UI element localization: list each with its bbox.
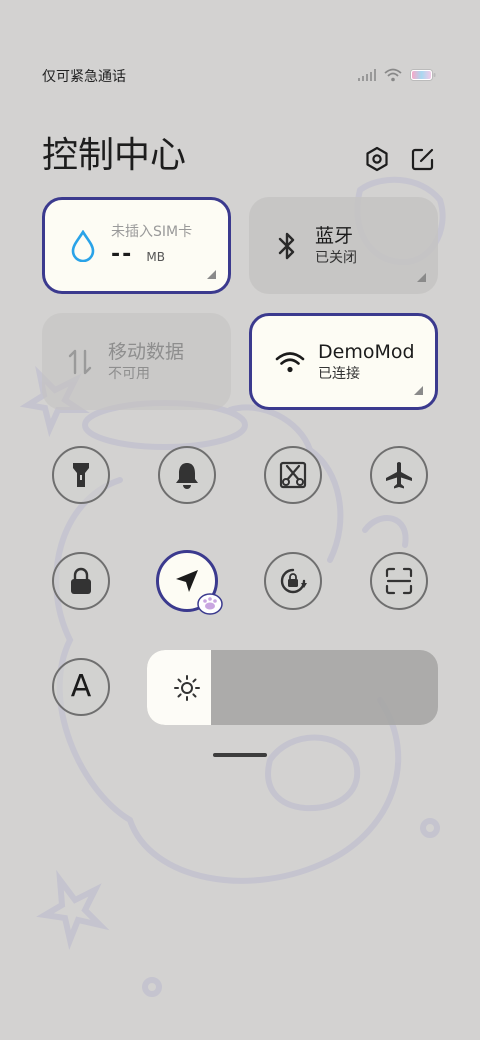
- expand-corner-icon: [207, 270, 216, 279]
- scissors-icon: [279, 461, 307, 489]
- wifi-icon: [274, 346, 306, 378]
- home-indicator[interactable]: [213, 753, 267, 757]
- bell-icon: [176, 463, 198, 489]
- lock-icon: [71, 567, 91, 594]
- edit-button[interactable]: [408, 144, 438, 174]
- bluetooth-icon: [271, 230, 303, 262]
- wifi-icon: [384, 68, 402, 82]
- wifi-tile[interactable]: DemoMod 已连接: [249, 313, 438, 410]
- scan-toggle[interactable]: [370, 552, 428, 610]
- expand-corner-icon: [417, 273, 426, 282]
- rotation-lock-icon: [280, 568, 307, 594]
- location-toggle[interactable]: [156, 550, 223, 615]
- wifi-network-name: DemoMod: [318, 340, 415, 363]
- settings-button[interactable]: [362, 144, 392, 174]
- expand-corner-icon: [414, 386, 423, 395]
- font-size-toggle[interactable]: A: [52, 658, 110, 716]
- mobile-data-title: 移动数据: [108, 340, 185, 363]
- flashlight-icon: [73, 463, 89, 487]
- sim-status-label: 未插入SIM卡: [111, 223, 193, 240]
- airplane-mode-toggle[interactable]: [370, 446, 428, 504]
- brightness-slider[interactable]: [147, 650, 438, 725]
- water-drop-icon: [67, 229, 99, 262]
- rotation-lock-toggle[interactable]: [264, 552, 322, 610]
- bluetooth-status: 已关闭: [315, 249, 357, 266]
- bluetooth-title: 蓝牙: [315, 224, 354, 247]
- data-usage-value: --: [111, 241, 134, 267]
- status-bar: 仅可紧急通话: [0, 62, 480, 90]
- mobile-data-arrows-icon: [64, 346, 96, 378]
- airplane-icon: [386, 462, 412, 489]
- paw-badge-icon: [197, 593, 223, 615]
- data-usage-tile[interactable]: 未插入SIM卡 -- MB: [42, 197, 231, 294]
- screenshot-toggle[interactable]: [264, 446, 322, 504]
- signal-icon: [358, 69, 376, 81]
- lock-screen-toggle[interactable]: [52, 552, 110, 610]
- carrier-status-text: 仅可紧急通话: [42, 69, 126, 85]
- bluetooth-tile[interactable]: 蓝牙 已关闭: [249, 197, 438, 294]
- data-usage-unit: MB: [146, 249, 165, 264]
- flashlight-toggle[interactable]: [52, 446, 110, 504]
- mute-toggle[interactable]: [158, 446, 216, 504]
- mobile-data-tile[interactable]: 移动数据 不可用: [42, 313, 231, 410]
- mobile-data-status: 不可用: [108, 365, 150, 382]
- page-title: 控制中心: [42, 135, 187, 176]
- font-a-icon: A: [70, 669, 92, 704]
- scan-icon: [385, 567, 413, 595]
- edit-icon: [411, 148, 434, 171]
- wifi-status: 已连接: [318, 365, 360, 382]
- battery-icon: [410, 69, 436, 81]
- gear-icon: [366, 146, 388, 172]
- sun-icon: [174, 675, 200, 701]
